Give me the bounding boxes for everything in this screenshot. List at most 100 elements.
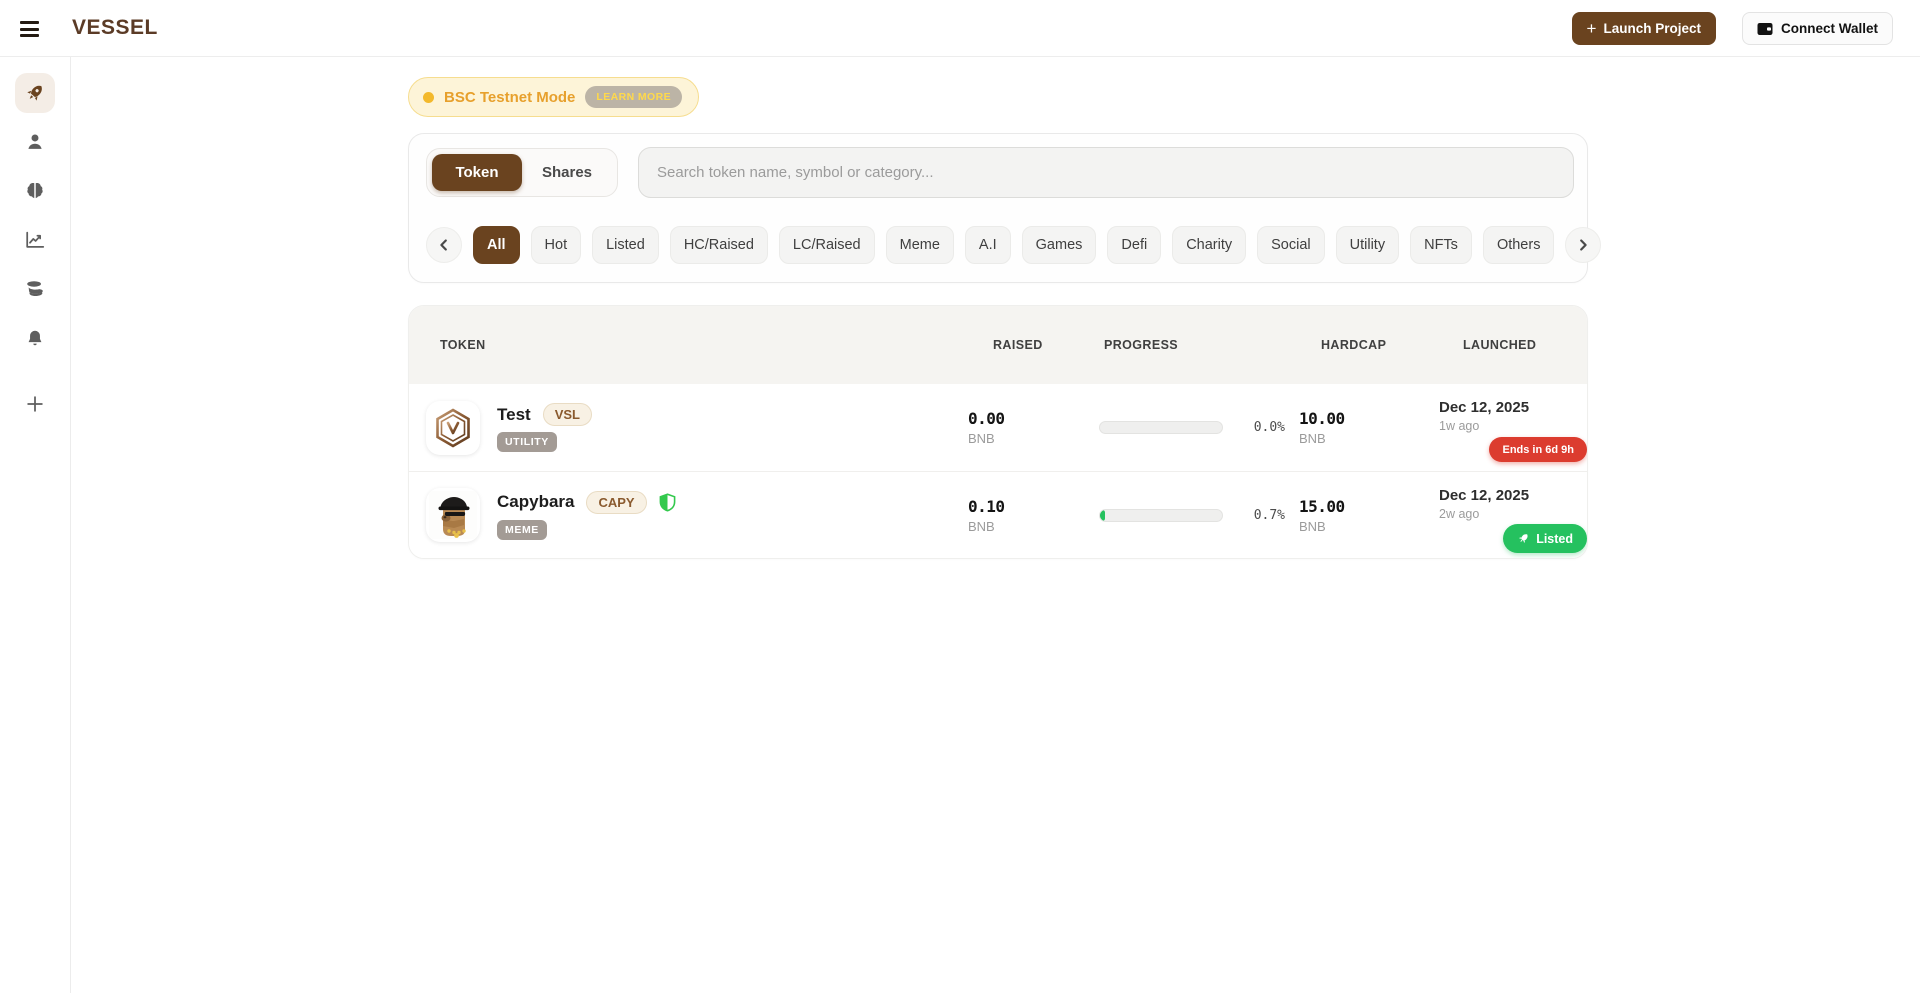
category-filter-row: All Hot Listed HC/Raised LC/Raised Meme … xyxy=(426,226,1573,264)
category-chip-hot[interactable]: Hot xyxy=(531,226,582,264)
column-header-progress: PROGRESS xyxy=(1091,338,1289,352)
table-row[interactable]: Capybara CAPY MEME 0.10 BNB 0.7% xyxy=(409,471,1587,558)
category-chip-defi[interactable]: Defi xyxy=(1107,226,1161,264)
progress-percent: 0.7% xyxy=(1254,508,1285,523)
hardcap-unit: BNB xyxy=(1299,431,1437,446)
column-header-hardcap: HARDCAP xyxy=(1289,338,1437,352)
network-status-dot xyxy=(423,92,434,103)
launched-cell: Dec 12, 2025 2w ago xyxy=(1437,472,1587,521)
raised-value: 0.10 xyxy=(968,497,1091,516)
category-chip-meme[interactable]: Meme xyxy=(886,226,954,264)
coins-icon xyxy=(24,278,46,300)
network-banner: BSC Testnet Mode LEARN MORE xyxy=(408,77,699,117)
category-chip-utility[interactable]: Utility xyxy=(1336,226,1399,264)
topbar-actions: + Launch Project Connect Wallet xyxy=(1572,12,1893,45)
token-name: Test xyxy=(497,405,531,425)
column-header-raised: RAISED xyxy=(960,338,1091,352)
sidebar xyxy=(0,57,71,993)
brain-icon xyxy=(24,180,46,202)
plus-icon xyxy=(24,393,46,415)
progress-bar xyxy=(1099,421,1223,434)
raised-unit: BNB xyxy=(968,519,1091,534)
launched-date: Dec 12, 2025 xyxy=(1439,487,1587,504)
scroll-left-button[interactable] xyxy=(426,227,462,263)
category-chip-listed[interactable]: Listed xyxy=(592,226,659,264)
token-category-tag: UTILITY xyxy=(497,432,557,452)
category-chip-games[interactable]: Games xyxy=(1022,226,1097,264)
top-bar: VESSEL + Launch Project Connect Wallet xyxy=(0,0,1920,57)
raised-unit: BNB xyxy=(968,431,1091,446)
launched-date: Dec 12, 2025 xyxy=(1439,399,1587,416)
sidebar-item-staking[interactable] xyxy=(15,269,55,309)
hardcap-unit: BNB xyxy=(1299,519,1437,534)
connect-wallet-button[interactable]: Connect Wallet xyxy=(1742,12,1893,45)
sidebar-item-notifications[interactable] xyxy=(15,319,55,359)
sidebar-item-profile[interactable] xyxy=(15,122,55,162)
launched-ago: 2w ago xyxy=(1439,507,1587,521)
chevron-right-icon xyxy=(1576,238,1590,252)
hardcap-cell: 10.00 BNB xyxy=(1289,409,1437,446)
token-cell: Capybara CAPY MEME xyxy=(409,488,960,542)
status-badge-ends[interactable]: Ends in 6d 9h xyxy=(1489,437,1587,462)
mode-token-button[interactable]: Token xyxy=(432,154,522,191)
table-row[interactable]: Test VSL UTILITY 0.00 BNB 0.0% 10.00 BNB xyxy=(409,384,1587,471)
raised-cell: 0.00 BNB xyxy=(960,409,1091,446)
table-header-row: TOKEN RAISED PROGRESS HARDCAP LAUNCHED xyxy=(409,306,1587,384)
category-chip-hc-raised[interactable]: HC/Raised xyxy=(670,226,768,264)
token-symbol-badge: CAPY xyxy=(586,491,646,514)
category-chip-nfts[interactable]: NFTs xyxy=(1410,226,1472,264)
token-name: Capybara xyxy=(497,492,574,512)
launched-ago: 1w ago xyxy=(1439,419,1587,433)
launch-project-button[interactable]: + Launch Project xyxy=(1572,12,1716,45)
sidebar-item-ai[interactable] xyxy=(15,171,55,211)
rocket-icon xyxy=(24,82,46,104)
category-chip-lc-raised[interactable]: LC/Raised xyxy=(779,226,875,264)
progress-bar-fill xyxy=(1100,510,1105,521)
token-category-tag: MEME xyxy=(497,520,547,540)
chart-icon xyxy=(24,229,46,251)
sidebar-item-launchpad[interactable] xyxy=(15,73,55,113)
category-chip-charity[interactable]: Charity xyxy=(1172,226,1246,264)
progress-cell: 0.7% xyxy=(1091,508,1289,523)
category-chip-all[interactable]: All xyxy=(473,226,520,264)
search-input[interactable] xyxy=(638,147,1574,198)
network-banner-text: BSC Testnet Mode xyxy=(444,89,575,106)
token-logo-vessel xyxy=(426,401,480,455)
scroll-right-button[interactable] xyxy=(1565,227,1601,263)
token-symbol-badge: VSL xyxy=(543,403,592,426)
hamburger-icon xyxy=(20,21,39,24)
category-chip-social[interactable]: Social xyxy=(1257,226,1325,264)
wallet-icon xyxy=(1757,22,1773,36)
mode-toggle: Token Shares xyxy=(426,148,618,197)
learn-more-badge[interactable]: LEARN MORE xyxy=(585,86,682,108)
sidebar-item-add[interactable] xyxy=(15,384,55,424)
menu-toggle-button[interactable] xyxy=(18,14,48,44)
token-table: TOKEN RAISED PROGRESS HARDCAP LAUNCHED xyxy=(408,305,1588,559)
raised-cell: 0.10 BNB xyxy=(960,497,1091,534)
token-cell: Test VSL UTILITY xyxy=(409,401,960,455)
progress-percent: 0.0% xyxy=(1254,420,1285,435)
bell-icon xyxy=(24,328,46,350)
category-chip-ai[interactable]: A.I xyxy=(965,226,1011,264)
rocket-icon xyxy=(1517,532,1530,545)
category-chip-others[interactable]: Others xyxy=(1483,226,1555,264)
chevron-left-icon xyxy=(437,238,451,252)
hardcap-value: 15.00 xyxy=(1299,497,1437,516)
raised-value: 0.00 xyxy=(968,409,1091,428)
main-content: BSC Testnet Mode LEARN MORE Token Shares… xyxy=(71,57,1920,993)
token-logo-capybara xyxy=(426,488,480,542)
progress-cell: 0.0% xyxy=(1091,420,1289,435)
progress-bar xyxy=(1099,509,1223,522)
column-header-launched: LAUNCHED xyxy=(1437,338,1587,352)
plus-icon: + xyxy=(1587,20,1597,37)
verified-shield-icon xyxy=(659,493,676,512)
mode-shares-button[interactable]: Shares xyxy=(522,154,612,191)
profile-icon xyxy=(24,131,46,153)
hardcap-cell: 15.00 BNB xyxy=(1289,497,1437,534)
brand-logo: VESSEL xyxy=(72,16,158,40)
hardcap-value: 10.00 xyxy=(1299,409,1437,428)
status-badge-listed[interactable]: Listed xyxy=(1503,524,1587,553)
launched-cell: Dec 12, 2025 1w ago xyxy=(1437,384,1587,433)
sidebar-item-analytics[interactable] xyxy=(15,220,55,260)
filter-card: Token Shares All Hot Listed HC/Raised LC… xyxy=(408,133,1588,283)
